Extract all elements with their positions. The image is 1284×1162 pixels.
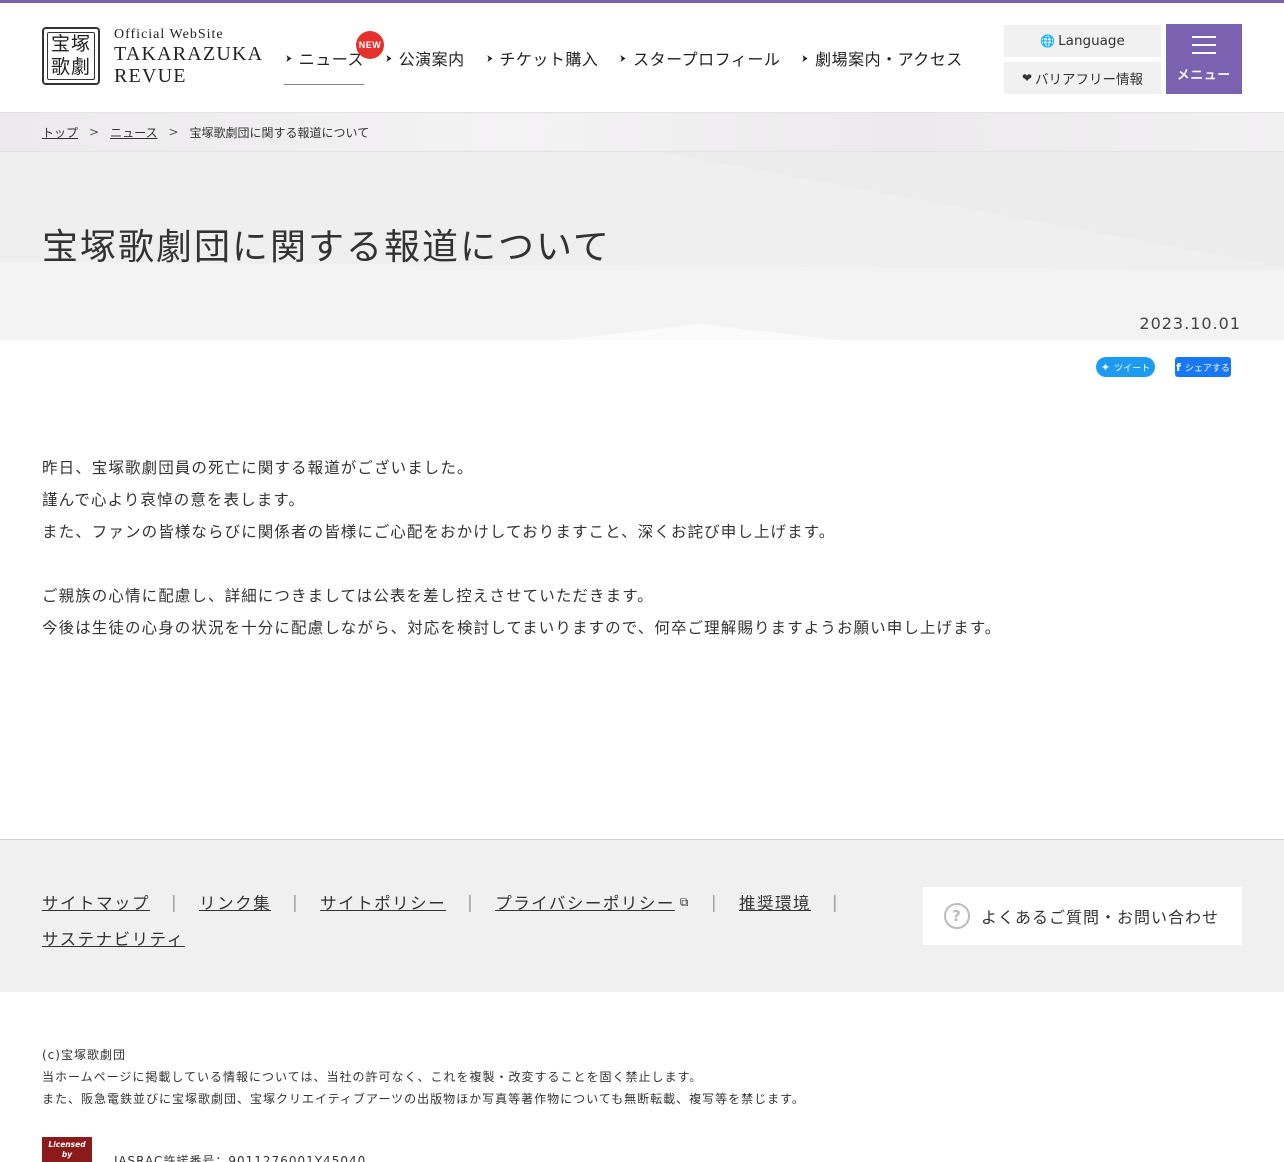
breadcrumb-separator: > — [89, 125, 100, 139]
chevron-right-icon: ➤ — [285, 51, 293, 65]
footer-link-privacy-policy[interactable]: プライバシーポリシー — [495, 890, 675, 914]
copyright-notice: 当ホームページに掲載している情報については、当社の許可なく、これを複製・改変する… — [42, 1070, 703, 1084]
nav-item-label: 公演案内 — [398, 50, 465, 69]
chevron-right-icon: ➤ — [801, 51, 809, 65]
new-badge: NEW — [356, 31, 384, 59]
globe-icon: 🌐 — [1040, 34, 1056, 48]
footer-divider: | — [710, 892, 718, 912]
nav-item-tickets[interactable]: ➤ チケット購入 — [485, 43, 599, 73]
tweet-button[interactable]: ✦ ツイート — [1096, 357, 1155, 377]
breadcrumb-news-link[interactable]: ニュース — [110, 124, 157, 141]
logo-mark: 宝塚 歌劇 — [42, 27, 100, 85]
logo-mark-line2: 歌劇 — [50, 56, 91, 78]
jasrac-license: JASRAC許諾番号：9011276001Y45040 — [114, 1154, 367, 1162]
copyright: (c)宝塚歌劇団 — [42, 1048, 126, 1062]
menu-label: メニュー — [1176, 66, 1231, 82]
article-paragraph: 謹んで心より哀悼の意を表します。 — [42, 491, 305, 509]
copyright-block: (c)宝塚歌劇団 当ホームページに掲載している情報については、当社の許可なく、こ… — [42, 1044, 805, 1110]
publish-date: 2023.10.01 — [1139, 314, 1241, 333]
chevron-right-icon: ➤ — [486, 51, 493, 65]
nav-item-performances[interactable]: ➤ 公演案内 — [384, 43, 465, 73]
tweet-label: ツイート — [1114, 363, 1151, 374]
footer-divider: | — [292, 892, 300, 912]
barrier-free-button[interactable]: ❤ バリアフリー情報 — [1004, 62, 1161, 94]
breadcrumb-current: 宝塚歌劇団に関する報道について — [189, 125, 370, 140]
chevron-right-icon: ➤ — [619, 51, 627, 65]
hamburger-icon — [1192, 35, 1216, 54]
site-logo[interactable]: 宝塚 歌劇 Official WebSite TAKARAZUKA REVUE — [42, 27, 263, 87]
nav-item-star-profile[interactable]: ➤ スタープロフィール — [618, 43, 780, 73]
jasrac-logo: Licensed by — [42, 1137, 92, 1162]
language-button[interactable]: 🌐 Language — [1004, 25, 1161, 57]
footer-divider: | — [467, 892, 475, 912]
facebook-icon: f — [1176, 360, 1181, 374]
nav-item-label: 劇場案内・アクセス — [815, 50, 963, 69]
article-paragraph: 昨日、宝塚歌劇団員の死亡に関する報道がございました。 — [42, 459, 474, 477]
barrier-free-label: バリアフリー情報 — [1035, 72, 1144, 88]
footer-divider: | — [832, 892, 840, 912]
nav-item-label: ニュース — [298, 50, 364, 69]
external-link-icon: ⧉ — [679, 894, 690, 909]
facebook-share-button[interactable]: f シェアする — [1175, 357, 1231, 377]
footer-link-sustainability[interactable]: サステナビリティ — [42, 926, 185, 950]
footer-link-recommended-env[interactable]: 推奨環境 — [739, 890, 811, 914]
twitter-bird-icon: ✦ — [1100, 360, 1111, 374]
breadcrumb-separator: > — [168, 125, 179, 139]
footer-link-links[interactable]: リンク集 — [199, 890, 271, 914]
copyright-notice: また、阪急電鉄並びに宝塚歌劇団、宝塚クリエイティブアーツの出版物ほか写真等著作物… — [42, 1092, 805, 1106]
nav-item-label: スタープロフィール — [633, 50, 781, 69]
menu-button[interactable]: メニュー — [1166, 24, 1242, 94]
footer-link-sitemap[interactable]: サイトマップ — [42, 890, 150, 914]
breadcrumb-top-link[interactable]: トップ — [42, 124, 78, 141]
logo-line2: REVUE — [114, 65, 187, 87]
heart-icon: ❤ — [1021, 71, 1033, 85]
page-title: 宝塚歌劇団に関する報道について — [42, 227, 611, 268]
question-icon: ? — [944, 903, 970, 929]
breadcrumb: トップ > ニュース > 宝塚歌劇団に関する報道について — [0, 112, 1284, 152]
footer-links-section: サイトマップ | リンク集 | サイトポリシー | プライバシーポリシー ⧉ |… — [0, 839, 1284, 992]
global-nav: ➤ ニュース NEW ➤ 公演案内 ➤ チケット購入 ➤ スタープロフィール ➤… — [284, 31, 983, 85]
nav-item-news[interactable]: ➤ ニュース NEW — [284, 31, 384, 85]
logo-text: Official WebSite TAKARAZUKA REVUE — [114, 27, 263, 87]
footer-link-site-policy[interactable]: サイトポリシー — [320, 890, 446, 914]
jasrac-badge-text: by — [61, 1150, 73, 1159]
logo-subtitle: Official WebSite — [114, 27, 224, 42]
utility-links: 🌐 Language ❤ バリアフリー情報 — [1004, 25, 1161, 99]
article-body: 昨日、宝塚歌劇団員の死亡に関する報道がございました。 謹んで心より哀悼の意を表し… — [42, 452, 1001, 644]
article-paragraph: ご親族の心情に配慮し、詳細につきましては公表を差し控えさせていただきます。 — [42, 587, 654, 605]
share-label: シェアする — [1184, 363, 1230, 374]
jasrac-badge-text: Licensed — [48, 1140, 86, 1149]
faq-contact-button[interactable]: ? よくあるご質問・お問い合わせ — [923, 887, 1242, 945]
logo-mark-line1: 宝塚 — [50, 33, 91, 55]
article-paragraph: 今後は生徒の心身の状況を十分に配慮しながら、対応を検討してまいりますので、何卒ご… — [42, 619, 1002, 637]
site-header: 宝塚 歌劇 Official WebSite TAKARAZUKA REVUE … — [0, 3, 1284, 112]
language-label: Language — [1058, 33, 1125, 49]
footer-divider: | — [171, 892, 179, 912]
nav-item-label: チケット購入 — [499, 50, 599, 69]
chevron-right-icon: ➤ — [385, 51, 393, 65]
article-paragraph: また、ファンの皆様ならびに関係者の皆様にご心配をおかけしておりますこと、深くお詫… — [42, 523, 836, 541]
faq-label: よくあるご質問・お問い合わせ — [981, 908, 1220, 927]
logo-line1: TAKARAZUKA — [114, 43, 264, 65]
nav-item-theater-access[interactable]: ➤ 劇場案内・アクセス — [800, 43, 962, 73]
footer-links: サイトマップ | リンク集 | サイトポリシー | プライバシーポリシー ⧉ |… — [42, 884, 842, 956]
